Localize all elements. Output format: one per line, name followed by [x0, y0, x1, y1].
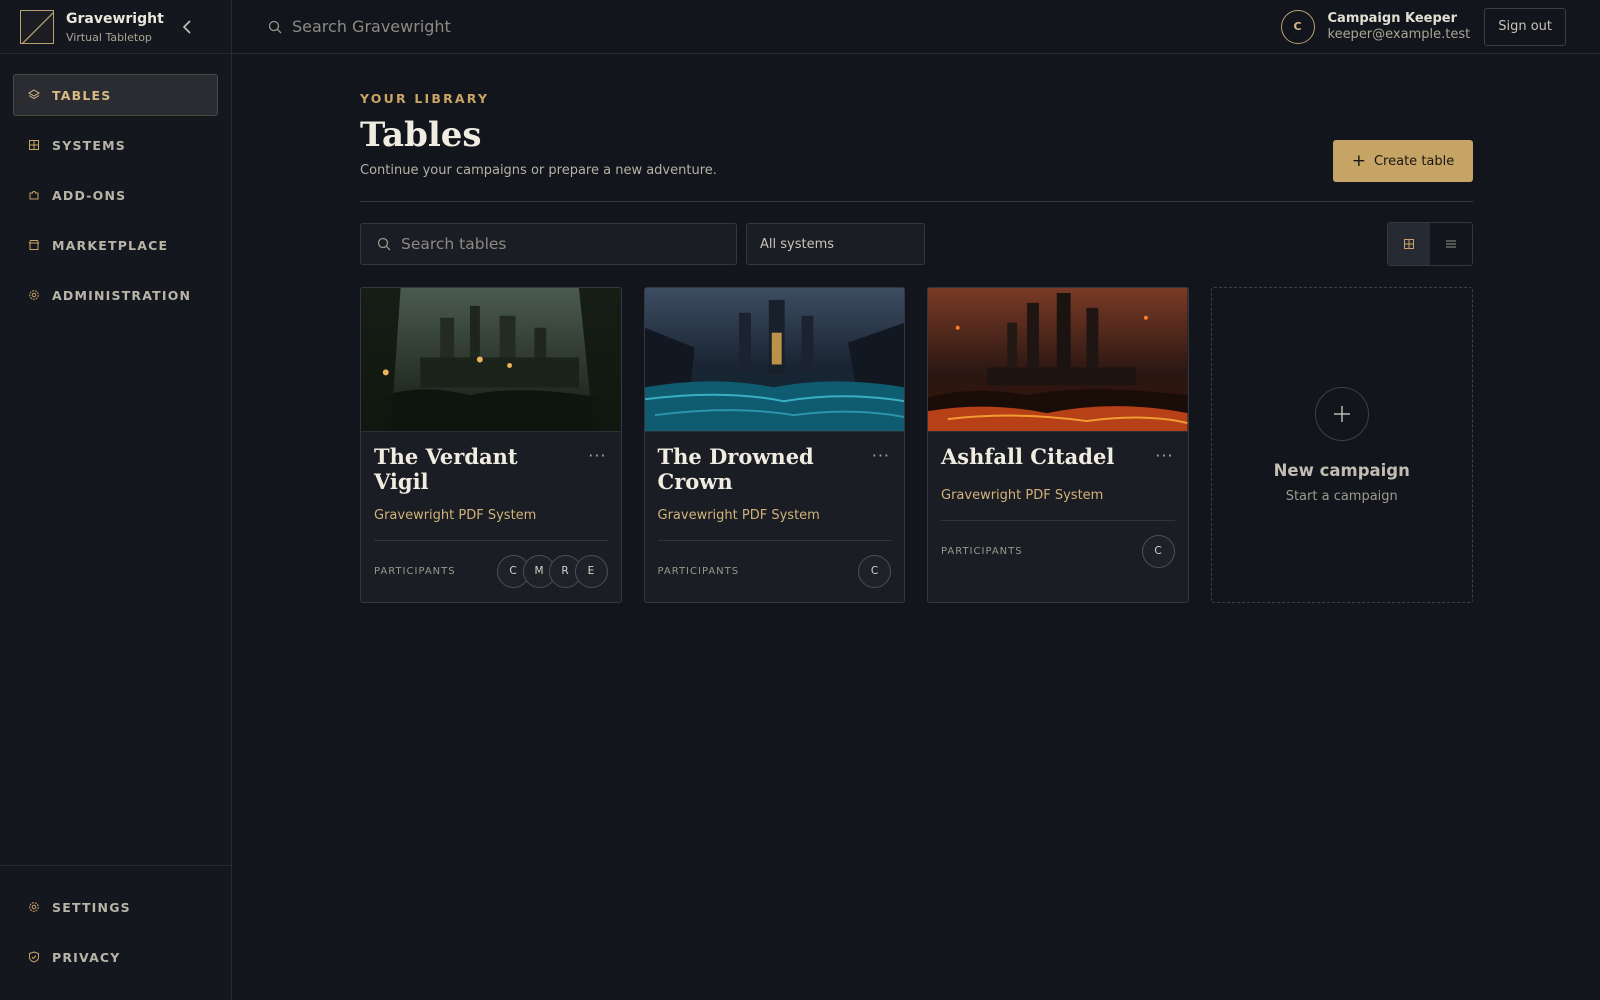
new-campaign-card[interactable]: New campaign Start a campaign: [1210, 287, 1473, 603]
sidebar-item-settings[interactable]: SETTINGS: [13, 886, 218, 928]
participants-label: PARTICIPANTS: [941, 545, 1023, 557]
sidebar-item-label: PRIVACY: [52, 949, 121, 965]
sidebar-item-label: SETTINGS: [52, 899, 131, 915]
more-options-icon[interactable]: ···: [588, 446, 606, 465]
avatar: C: [858, 554, 891, 588]
brand: Gravewright Virtual Tabletop: [0, 0, 231, 54]
card-system: Gravewright PDF System: [657, 508, 820, 523]
participant-avatars: C: [858, 554, 891, 588]
avatar: E: [574, 554, 608, 588]
more-options-icon[interactable]: ···: [872, 446, 890, 465]
sidebar-item-privacy[interactable]: PRIVACY: [13, 936, 218, 978]
avatar[interactable]: C: [1280, 9, 1315, 44]
sidebar-item-label: SYSTEMS: [52, 137, 126, 153]
sidebar-nav: TABLES SYSTEMS ADD-ONS MARKETPLACE ADMIN…: [0, 54, 231, 344]
view-toggle: [1387, 222, 1473, 266]
create-table-button[interactable]: + Create table: [1333, 140, 1473, 182]
plus-icon: [1314, 387, 1369, 441]
participants-label: PARTICIPANTS: [374, 565, 456, 577]
sidebar-item-marketplace[interactable]: MARKETPLACE: [13, 224, 218, 266]
layers-icon: [28, 89, 40, 101]
search-icon: [268, 20, 282, 33]
global-search: [268, 17, 868, 36]
participants-label: PARTICIPANTS: [657, 565, 740, 577]
avatar: C: [1141, 534, 1175, 568]
sidebar-item-administration[interactable]: ADMINISTRATION: [13, 274, 218, 316]
table-search-input[interactable]: [401, 235, 721, 253]
card-system: Gravewright PDF System: [941, 488, 1104, 503]
more-options-icon[interactable]: ···: [1155, 446, 1173, 465]
gear-icon: [28, 901, 40, 913]
new-campaign-subtitle: Start a campaign: [1285, 489, 1398, 504]
app-name: Gravewright: [66, 10, 164, 27]
table-search: [360, 223, 737, 265]
system-filter-select[interactable]: All systems: [746, 223, 925, 265]
table-card[interactable]: The Verdant Vigil ··· Gravewright PDF Sy…: [360, 287, 622, 603]
card-title[interactable]: The Verdant Vigil: [374, 444, 559, 494]
plus-icon: +: [1351, 150, 1366, 171]
sidebar-bottom-nav: SETTINGS PRIVACY: [0, 865, 231, 1000]
sidebar: Gravewright Virtual Tabletop TABLES SYST…: [0, 0, 232, 1000]
page-title: Tables: [360, 115, 482, 155]
user-area: C Campaign Keeper keeper@example.test Si…: [1280, 7, 1566, 46]
card-title[interactable]: Ashfall Citadel: [941, 444, 1141, 469]
table-card[interactable]: Ashfall Citadel ··· Gravewright PDF Syst…: [927, 287, 1189, 603]
sidebar-item-systems[interactable]: SYSTEMS: [13, 124, 218, 166]
store-icon: [28, 239, 40, 251]
sidebar-item-label: ADMINISTRATION: [52, 287, 192, 303]
table-card[interactable]: The Drowned Crown ··· Gravewright PDF Sy…: [643, 287, 905, 603]
page-eyebrow: YOUR LIBRARY: [360, 91, 490, 106]
create-table-label: Create table: [1373, 153, 1455, 169]
app-logo: [20, 9, 54, 44]
app-subtitle: Virtual Tabletop: [66, 30, 152, 44]
global-search-input[interactable]: [292, 17, 792, 36]
sidebar-item-tables[interactable]: TABLES: [13, 74, 218, 116]
participant-avatars: C: [1141, 534, 1175, 568]
card-title[interactable]: The Drowned Crown: [658, 444, 843, 494]
participant-avatars: C M R E: [496, 554, 608, 588]
page-subtitle: Continue your campaigns or prepare a new…: [360, 163, 717, 178]
sidebar-item-label: ADD-ONS: [52, 187, 127, 203]
sidebar-item-label: MARKETPLACE: [52, 237, 169, 253]
puzzle-icon: [28, 189, 40, 201]
grid-icon: [1404, 239, 1414, 249]
gear-icon: [28, 289, 40, 301]
main-content: YOUR LIBRARY Tables Continue your campai…: [360, 54, 1473, 603]
shield-icon: [28, 951, 40, 963]
card-system: Gravewright PDF System: [374, 508, 537, 523]
search-icon: [377, 237, 391, 251]
collapse-sidebar-button[interactable]: [177, 17, 197, 37]
list-icon: [1446, 240, 1456, 248]
sidebar-item-add-ons[interactable]: ADD-ONS: [13, 174, 218, 216]
card-cover-image: [361, 288, 621, 432]
user-name: Campaign Keeper: [1327, 11, 1458, 26]
grid-view-button[interactable]: [1388, 223, 1430, 265]
user-email: keeper@example.test: [1327, 27, 1471, 42]
table-grid: The Verdant Vigil ··· Gravewright PDF Sy…: [360, 287, 1473, 603]
filter-bar: All systems: [360, 222, 1473, 266]
card-cover-image: [928, 288, 1188, 432]
chevron-left-icon: [182, 19, 191, 34]
sidebar-item-label: TABLES: [52, 87, 112, 103]
grid-icon: [28, 139, 40, 151]
card-cover-image: [644, 288, 904, 432]
sign-out-button[interactable]: Sign out: [1484, 7, 1566, 46]
divider: [360, 201, 1473, 202]
list-view-button[interactable]: [1430, 223, 1472, 265]
new-campaign-title: New campaign: [1273, 461, 1410, 480]
topbar: C Campaign Keeper keeper@example.test Si…: [232, 0, 1600, 54]
